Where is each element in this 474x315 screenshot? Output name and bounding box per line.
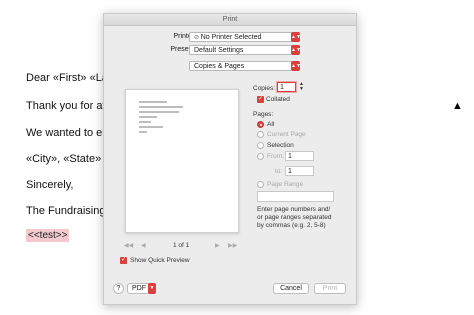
collated-checkbox[interactable]: ✓	[257, 96, 264, 103]
print-button[interactable]: Print	[314, 283, 346, 294]
mouse-pointer-icon: ▲	[452, 100, 463, 112]
page-range-label: Page Range	[267, 181, 304, 188]
merge-field-test[interactable]: <<test>>	[26, 229, 70, 242]
pages-label: Pages:	[253, 111, 274, 118]
prev-page-icon[interactable]: ◀	[141, 242, 146, 249]
copies-stepper-icon[interactable]: ▲ ▼	[299, 82, 304, 92]
pages-selection-radio[interactable]	[257, 142, 264, 149]
doc-line-signature: The Fundraising T	[26, 205, 116, 217]
pages-selection-label: Selection	[267, 142, 294, 149]
copies-input[interactable]: 1	[277, 82, 296, 92]
doc-line-city-state: «City», «State»	[26, 153, 102, 165]
preview-text-line	[139, 116, 157, 118]
show-preview-label: Show Quick Preview	[130, 257, 190, 264]
to-input[interactable]: 1	[285, 166, 314, 176]
show-preview-checkbox[interactable]: ✓	[120, 257, 127, 264]
chevron-down-icon: ▼	[148, 283, 156, 294]
to-label: to:	[275, 168, 283, 175]
preview-text-line	[139, 121, 151, 123]
preview-text-line	[139, 111, 179, 113]
doc-line-thanks: Thank you for atte	[26, 100, 115, 112]
chevron-updown-icon: ▲▼	[291, 61, 301, 71]
printer-status-icon: ⊘	[194, 35, 201, 41]
page-indicator: 1 of 1	[173, 242, 190, 249]
printer-select[interactable]: ⊘ No Printer Selected ▲▼	[189, 32, 301, 42]
dialog-title: Print	[104, 14, 356, 26]
pages-all-radio[interactable]	[257, 121, 264, 128]
page-range-help-line: or page ranges separated	[257, 214, 332, 221]
preview-text-line	[139, 101, 167, 103]
copies-label: Copies:	[253, 85, 276, 92]
doc-line-wanted: We wanted to ens	[26, 127, 114, 139]
next-page-icon[interactable]: ▶	[215, 242, 220, 249]
help-button[interactable]: ?	[113, 283, 124, 294]
from-label: From:	[267, 153, 284, 160]
collated-label: Collated	[266, 96, 290, 103]
pages-all-label: All	[267, 121, 275, 128]
print-preview-page	[125, 89, 239, 233]
preview-text-line	[139, 126, 163, 128]
cancel-button[interactable]: Cancel	[273, 283, 309, 294]
pages-current-label: Current Page	[267, 131, 306, 138]
chevron-updown-icon: ▲▼	[291, 45, 301, 55]
pages-from-radio[interactable]	[257, 153, 264, 160]
first-page-icon[interactable]: ◀◀	[124, 242, 133, 249]
pages-current-radio[interactable]	[257, 131, 264, 138]
doc-line-sincerely: Sincerely,	[26, 179, 74, 191]
presets-value: Default Settings	[194, 47, 244, 54]
page-range-help: Enter page numbers and/ or page ranges s…	[257, 206, 331, 230]
page-range-help-line: by commas (e.g. 2, 5-8)	[257, 222, 326, 229]
pdf-label: PDF	[132, 285, 146, 292]
from-input[interactable]: 1	[285, 151, 314, 161]
chevron-updown-icon: ▲▼	[291, 32, 301, 42]
presets-select[interactable]: Default Settings ▲▼	[189, 45, 301, 55]
printer-value: No Printer Selected	[200, 34, 262, 41]
preview-text-line	[139, 131, 147, 133]
preview-text-line	[139, 106, 183, 108]
page-range-input[interactable]	[257, 191, 334, 202]
last-page-icon[interactable]: ▶▶	[228, 242, 237, 249]
section-value: Copies & Pages	[194, 63, 245, 70]
section-select[interactable]: Copies & Pages ▲▼	[189, 61, 301, 71]
page-range-help-line: Enter page numbers and/	[257, 206, 331, 213]
page-range-radio[interactable]	[257, 181, 264, 188]
pdf-menu-button[interactable]: PDF ▼	[127, 283, 156, 294]
